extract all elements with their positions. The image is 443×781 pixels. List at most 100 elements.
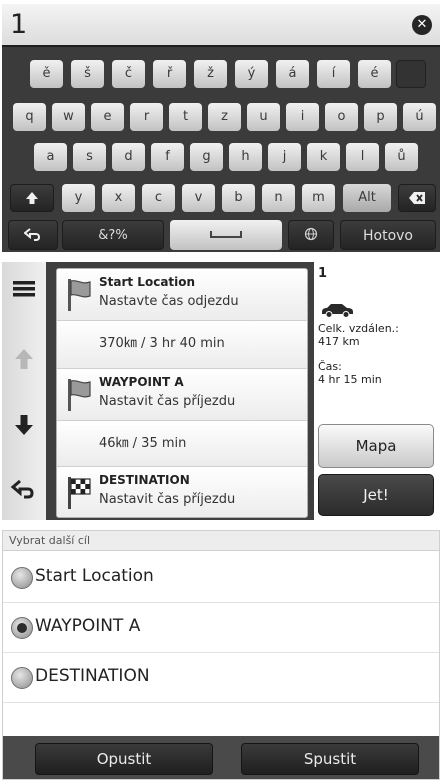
key-o[interactable]: o <box>325 103 358 131</box>
key-e-caron[interactable]: ě <box>30 60 63 88</box>
key-i-acute[interactable]: í <box>317 60 350 88</box>
key-x[interactable]: x <box>102 184 135 212</box>
move-down-button[interactable] <box>10 412 38 438</box>
total-distance-value: 417 km <box>318 335 360 348</box>
key-s-caron[interactable]: š <box>71 60 104 88</box>
key-e[interactable]: e <box>91 103 124 131</box>
key-y[interactable]: y <box>62 184 95 212</box>
key-u-ring[interactable]: ů <box>385 143 418 171</box>
key-k[interactable]: k <box>307 143 340 171</box>
back-key[interactable] <box>8 220 58 250</box>
key-l[interactable]: l <box>346 143 379 171</box>
total-time-label: Čas: <box>318 360 342 373</box>
route-stop-waypoint[interactable]: WAYPOINT A Nastavit čas příjezdu <box>57 369 307 421</box>
back-arrow-icon <box>10 479 34 499</box>
space-bar-icon <box>210 231 242 238</box>
alt-key[interactable]: Alt <box>343 184 391 212</box>
radio-button[interactable] <box>11 667 33 689</box>
route-sidebar <box>2 262 46 520</box>
option-label: Start Location <box>35 566 154 586</box>
radio-button-selected[interactable] <box>11 617 33 639</box>
option-label: DESTINATION <box>35 666 150 686</box>
route-number: 1 <box>318 266 328 281</box>
screen-header: Vybrat další cíl <box>3 531 439 551</box>
key-y-acute[interactable]: ý <box>235 60 268 88</box>
route-leg: 46㎞ / 35 min <box>57 421 307 467</box>
key-m[interactable]: m <box>302 184 335 212</box>
route-screen: Start Location Nastavte čas odjezdu 370㎞… <box>2 262 440 520</box>
key-n[interactable]: n <box>262 184 295 212</box>
arrow-up-icon <box>15 349 33 369</box>
key-u[interactable]: u <box>247 103 280 131</box>
option-waypoint-a[interactable]: WAYPOINT A <box>3 603 439 653</box>
key-r-caron[interactable]: ř <box>153 60 186 88</box>
key-c[interactable]: c <box>142 184 175 212</box>
key-r[interactable]: r <box>130 103 163 131</box>
stop-time-action[interactable]: Nastavit čas příjezdu <box>99 394 235 409</box>
leg-distance-time: 370㎞ / 3 hr 40 min <box>99 336 225 351</box>
total-distance-label: Celk. vzdálen.: <box>318 322 399 335</box>
back-button[interactable] <box>10 476 38 502</box>
language-key[interactable] <box>288 220 334 250</box>
key-z-caron[interactable]: ž <box>194 60 227 88</box>
car-icon <box>322 304 353 318</box>
key-e-acute[interactable]: é <box>358 60 391 88</box>
clear-input-button[interactable]: ✕ <box>412 15 432 35</box>
backspace-key[interactable] <box>398 184 436 212</box>
hamburger-menu-icon <box>13 281 35 297</box>
option-destination[interactable]: DESTINATION <box>3 653 439 703</box>
globe-icon <box>304 227 318 241</box>
flag-icon <box>68 379 91 411</box>
start-button[interactable]: Spustit <box>241 743 419 775</box>
route-stop-destination[interactable]: DESTINATION Nastavit čas příjezdu <box>57 467 307 517</box>
key-t[interactable]: t <box>169 103 202 131</box>
radio-button[interactable] <box>11 567 33 589</box>
space-key[interactable] <box>170 220 282 250</box>
shift-arrow-icon <box>26 192 38 204</box>
move-up-button[interactable] <box>10 346 38 372</box>
key-f[interactable]: f <box>151 143 184 171</box>
stop-title: WAYPOINT A <box>99 375 184 389</box>
done-key[interactable]: Hotovo <box>340 220 436 250</box>
key-d[interactable]: d <box>112 143 145 171</box>
go-button[interactable]: Jet! <box>318 474 434 516</box>
flag-icon <box>68 279 91 311</box>
key-u-acute[interactable]: ú <box>403 103 436 131</box>
option-label: WAYPOINT A <box>35 616 141 636</box>
key-i[interactable]: i <box>286 103 319 131</box>
keyboard-screen: 1 ✕ ě š č ř ž ý á í é q w e r t z u i o … <box>2 4 440 252</box>
key-g[interactable]: g <box>190 143 223 171</box>
map-button[interactable]: Mapa <box>318 424 434 468</box>
key-c-caron[interactable]: č <box>112 60 145 88</box>
cancel-button[interactable]: Opustit <box>35 743 213 775</box>
backspace-icon <box>409 192 425 204</box>
key-a-acute[interactable]: á <box>276 60 309 88</box>
option-start-location[interactable]: Start Location <box>3 553 439 603</box>
key-a[interactable]: a <box>34 143 67 171</box>
shift-key[interactable] <box>10 184 54 212</box>
select-next-destination-screen: Vybrat další cíl Start Location WAYPOINT… <box>2 530 440 780</box>
key-b[interactable]: b <box>222 184 255 212</box>
stop-time-action[interactable]: Nastavit čas příjezdu <box>99 492 235 507</box>
route-stop-start[interactable]: Start Location Nastavte čas odjezdu <box>57 269 307 321</box>
search-input-value: 1 <box>10 9 28 40</box>
key-z[interactable]: z <box>208 103 241 131</box>
menu-button[interactable] <box>10 276 38 302</box>
search-input[interactable]: 1 ✕ <box>2 4 440 47</box>
symbols-key[interactable]: &?% <box>62 220 164 250</box>
leg-distance-time: 46㎞ / 35 min <box>99 436 187 451</box>
route-list[interactable]: Start Location Nastavte čas odjezdu 370㎞… <box>56 268 308 518</box>
stop-time-action[interactable]: Nastavte čas odjezdu <box>99 294 239 309</box>
arrow-down-icon <box>15 415 33 435</box>
key-s[interactable]: s <box>73 143 106 171</box>
stop-title: Start Location <box>99 275 196 289</box>
key-p[interactable]: p <box>364 103 397 131</box>
key-q[interactable]: q <box>13 103 46 131</box>
key-j[interactable]: j <box>268 143 301 171</box>
route-leg: 370㎞ / 3 hr 40 min <box>57 321 307 369</box>
key-w[interactable]: w <box>52 103 85 131</box>
key-v[interactable]: v <box>182 184 215 212</box>
footer-bar: Opustit Spustit <box>3 736 439 779</box>
key-h[interactable]: h <box>229 143 262 171</box>
back-arrow-icon <box>24 228 41 241</box>
